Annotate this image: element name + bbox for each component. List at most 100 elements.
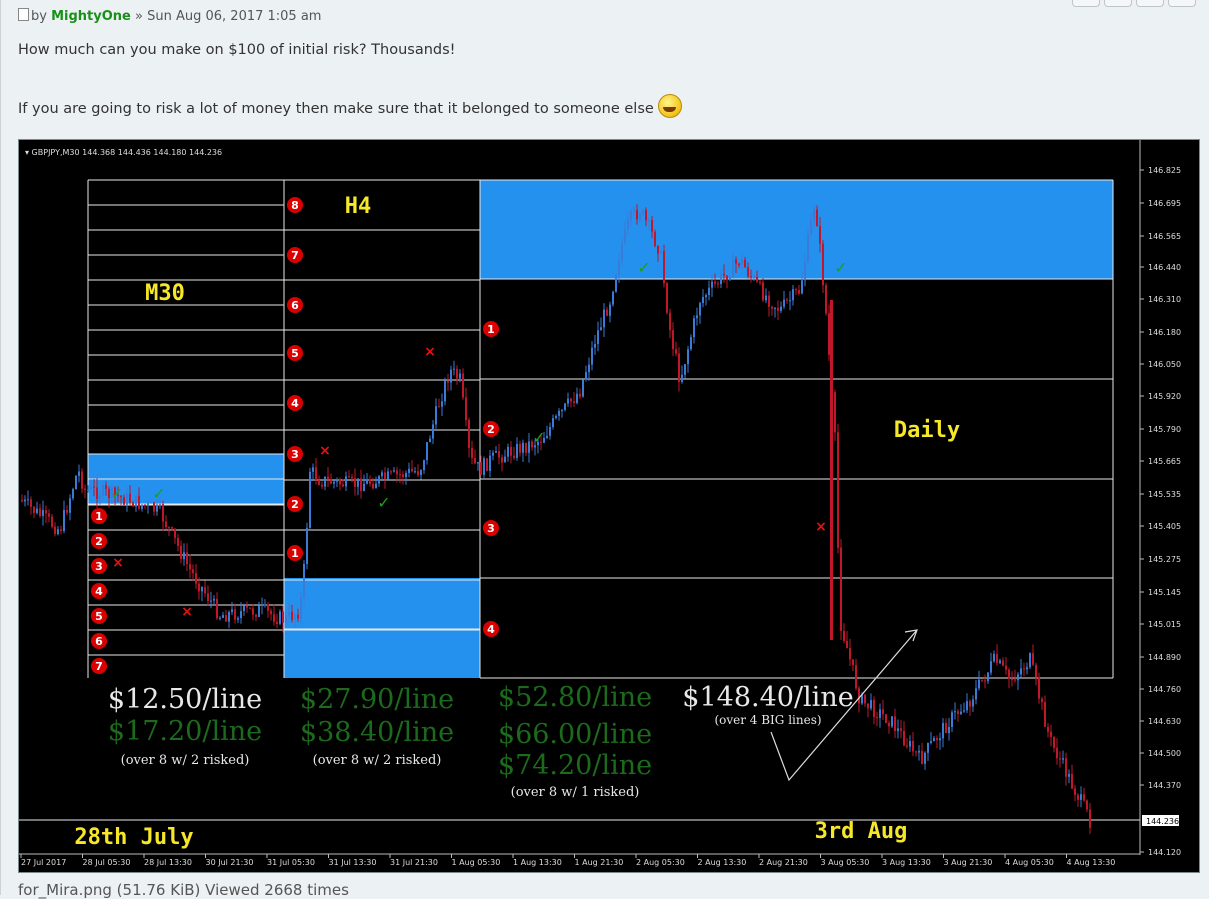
daily-number: 4 (487, 623, 495, 636)
candle-body (1062, 758, 1064, 760)
candle-body (45, 510, 47, 514)
candle-body (816, 209, 818, 227)
candle-body (453, 368, 455, 370)
candle-body (84, 488, 86, 490)
quote-button[interactable] (1072, 0, 1100, 7)
candle-body (852, 659, 854, 666)
win-check-marker: ✓ (377, 493, 390, 512)
candle-body (978, 679, 980, 689)
candle-body (201, 587, 203, 592)
candle-body (987, 672, 989, 682)
candle-body (345, 476, 347, 487)
candle-body (1086, 800, 1088, 810)
candle-body (477, 462, 479, 464)
candle-body (549, 427, 551, 436)
report-button[interactable] (1104, 0, 1132, 7)
win-check-marker: ✓ (834, 258, 847, 277)
candle-body (48, 513, 50, 517)
candle-body (651, 220, 653, 232)
candle-body (597, 330, 599, 345)
candle-body (516, 444, 518, 458)
candle-body (399, 474, 401, 476)
candle-body (57, 529, 59, 535)
candle-body (81, 471, 83, 489)
candle-body (810, 220, 812, 235)
m30-number: 6 (95, 635, 103, 648)
candle-body (486, 458, 488, 471)
candle-body (39, 508, 41, 516)
price-tick-label: 144.630 (1148, 717, 1181, 726)
price-tick-label: 145.665 (1148, 457, 1181, 466)
candle-body (348, 476, 350, 478)
profit-col4-note: (over 4 BIG lines) (714, 713, 821, 727)
candle-body (690, 337, 692, 350)
candle-body (261, 604, 263, 606)
candle-body (984, 680, 986, 682)
candle-body (777, 307, 779, 311)
candle-body (867, 703, 869, 709)
candle-body (207, 593, 209, 602)
candle-body (666, 283, 668, 313)
time-tick-label: 1 Aug 13:30 (513, 858, 562, 867)
candle-body (906, 745, 908, 747)
candle-body (792, 289, 794, 301)
candle-body (72, 489, 74, 499)
candle-body (564, 403, 566, 410)
win-check-marker: ✓ (532, 428, 545, 447)
smiley-icon (657, 94, 682, 118)
profit-col1-line1: $12.50/line (108, 684, 262, 715)
candle-body (138, 495, 140, 509)
candle-body (924, 752, 926, 764)
candle-body (408, 468, 410, 473)
label-m30: M30 (145, 281, 185, 306)
candle-body (708, 287, 710, 296)
chart-svg: ▾ GBPJPY,M30 144.368 144.436 144.180 144… (19, 140, 1181, 867)
candle-body-big-drop (830, 300, 833, 640)
candle-body (357, 478, 359, 487)
daily-number: 3 (487, 522, 495, 535)
candle-body (669, 312, 671, 331)
time-tick-label: 2 Aug 05:30 (636, 858, 685, 867)
candle-body (60, 529, 62, 532)
time-tick-label: 4 Aug 13:30 (1067, 858, 1116, 867)
loss-x-marker: × (815, 519, 827, 535)
candle-body (135, 495, 137, 507)
candle-body (69, 498, 71, 513)
time-tick-label: 27 Jul 2017 (21, 858, 66, 867)
candle-body (93, 486, 95, 488)
loss-x-marker: × (112, 555, 124, 571)
candle-body (462, 373, 464, 398)
candle-body (249, 607, 251, 609)
candle-body (672, 330, 674, 350)
candle-body (876, 716, 878, 718)
candle-body (126, 493, 128, 505)
candle-body (834, 392, 836, 433)
warn-button[interactable] (1136, 0, 1164, 7)
h4-number: 2 (291, 498, 299, 511)
candle-body (501, 457, 503, 463)
candle-body (327, 476, 329, 479)
candle-body (546, 435, 548, 438)
time-tick-label: 30 Jul 21:30 (206, 858, 254, 867)
candle-body (762, 282, 764, 301)
candle-body (144, 504, 146, 506)
candle-body (1026, 667, 1028, 670)
candle-body (21, 500, 23, 502)
candle-body (330, 478, 332, 484)
candle-body (237, 618, 239, 620)
candle-body (795, 289, 797, 291)
candle-body (1017, 674, 1019, 681)
author-link[interactable]: MightyOne (51, 9, 131, 24)
candle-body (903, 730, 905, 746)
candle-body (717, 283, 719, 285)
info-button[interactable] (1168, 0, 1196, 7)
candle-body (273, 614, 275, 622)
candle-body (891, 716, 893, 727)
m30-number: 5 (95, 610, 103, 623)
candle-body (279, 611, 281, 624)
candle-body (240, 611, 242, 619)
candle-body (177, 537, 179, 546)
chart-image[interactable]: ▾ GBPJPY,M30 144.368 144.436 144.180 144… (18, 139, 1200, 873)
loss-x-marker: × (319, 443, 331, 459)
candle-body (369, 479, 371, 484)
